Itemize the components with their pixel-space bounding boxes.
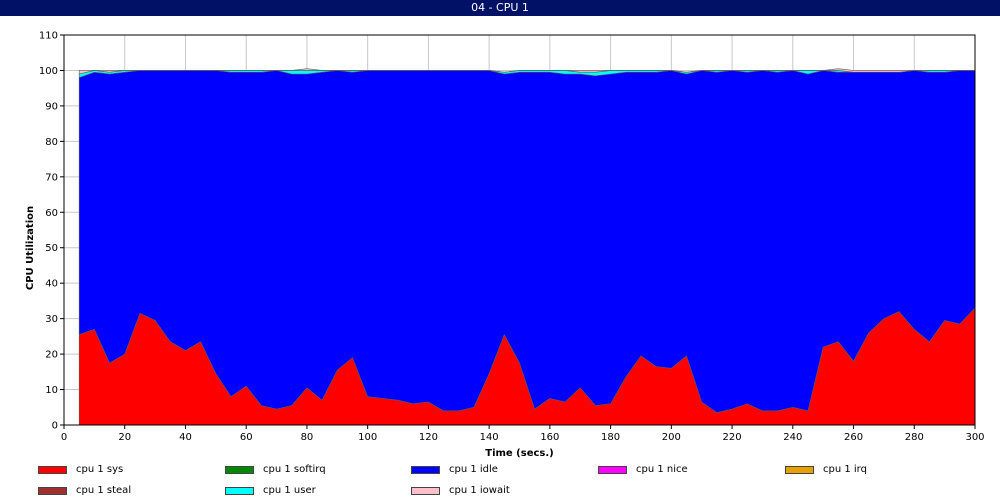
- legend-label: cpu 1 softirq: [263, 464, 326, 475]
- x-tick-label: 20: [118, 432, 131, 443]
- legend-swatch: [598, 466, 627, 474]
- x-tick-label: 80: [301, 432, 314, 443]
- legend-swatch: [785, 466, 814, 474]
- legend-swatch: [38, 487, 67, 495]
- legend-label: cpu 1 idle: [449, 464, 498, 475]
- y-tick-label: 100: [39, 66, 58, 77]
- cpu-utilization-chart: 0 20 40 60 80 100 120 140 160 180 200 220 240 260 280 3…: [25, 31, 985, 460]
- x-tick-label: 180: [601, 432, 620, 443]
- y-tick-label: 50: [45, 243, 58, 254]
- x-tick-label: 100: [358, 432, 377, 443]
- legend-swatch: [411, 487, 440, 495]
- x-tick-label: 0: [61, 432, 67, 443]
- x-tick-label: 240: [783, 432, 802, 443]
- x-tick-label: 160: [540, 432, 559, 443]
- x-tick-label: 260: [844, 432, 863, 443]
- x-tick-label: 300: [965, 432, 984, 443]
- y-tick-label: 60: [45, 208, 58, 219]
- x-axis-title: Time (secs.): [485, 448, 554, 459]
- window-title: 04 - CPU 1: [0, 0, 1000, 16]
- x-tick-label: 40: [179, 432, 192, 443]
- legend-label: cpu 1 sys: [76, 464, 124, 475]
- y-tick-label: 80: [45, 137, 58, 148]
- stacked-areas: [78, 68, 976, 426]
- x-axis-ticks: 0 20 40 60 80 100 120 140 160 180 200 220 240 260 280 3…: [61, 425, 985, 443]
- legend-swatch: [225, 487, 254, 495]
- x-tick-label: 60: [240, 432, 253, 443]
- legend-swatch: [38, 466, 67, 474]
- legend-label: cpu 1 iowait: [449, 485, 510, 496]
- legend-label: cpu 1 nice: [636, 464, 688, 475]
- y-axis-ticks: 0 10 20 30 40 50 60 70 80 90 100 110: [39, 31, 64, 432]
- legend-swatch: [225, 466, 254, 474]
- y-tick-label: 90: [45, 101, 58, 112]
- y-tick-label: 10: [45, 385, 58, 396]
- legend-label: cpu 1 steal: [76, 485, 132, 496]
- y-tick-label: 110: [39, 31, 58, 42]
- x-tick-label: 140: [480, 432, 499, 443]
- legend-swatch: [411, 466, 440, 474]
- legend-label: cpu 1 irq: [823, 464, 867, 475]
- y-tick-label: 30: [45, 314, 58, 325]
- y-tick-label: 40: [45, 279, 58, 290]
- legend-label: cpu 1 user: [263, 485, 316, 496]
- chart-legend: cpu 1 sys cpu 1 softirq cpu 1 idle cpu 1 ni…: [0, 462, 1000, 504]
- x-tick-label: 120: [419, 432, 438, 443]
- y-tick-label: 70: [45, 172, 58, 183]
- x-tick-label: 220: [723, 432, 742, 443]
- x-tick-label: 200: [662, 432, 681, 443]
- y-tick-label: 0: [52, 421, 58, 432]
- y-axis-title: CPU Utilization: [25, 206, 36, 290]
- y-tick-label: 20: [45, 350, 58, 361]
- x-tick-label: 280: [905, 432, 924, 443]
